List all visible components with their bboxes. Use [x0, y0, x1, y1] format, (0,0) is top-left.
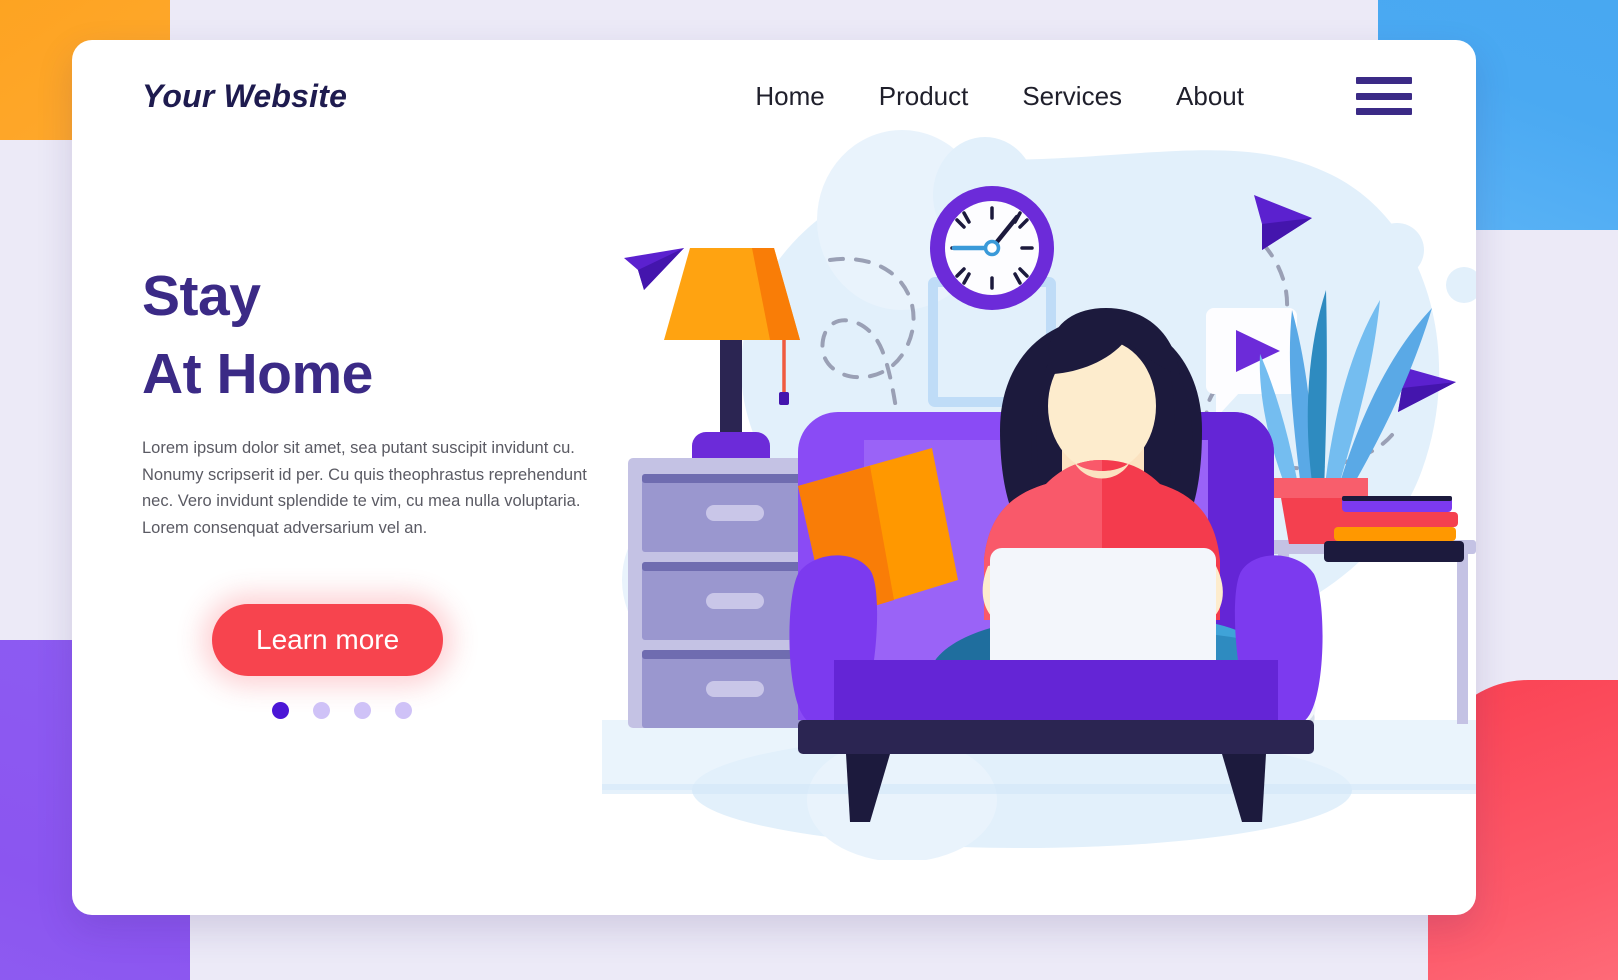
nav-link-about[interactable]: About — [1176, 81, 1244, 112]
nav-link-services[interactable]: Services — [1022, 81, 1122, 112]
hero-title-line-1: Stay — [142, 264, 261, 328]
nav-link-product[interactable]: Product — [879, 81, 969, 112]
carousel-dot-2[interactable] — [313, 701, 330, 719]
site-header: Your Website Home Product Services About — [72, 40, 1476, 152]
laptop — [990, 548, 1216, 670]
hamburger-icon[interactable] — [1356, 77, 1412, 115]
brand-logo[interactable]: Your Website — [142, 78, 347, 115]
hero-copy: Stay At Home Lorem ipsum dolor sit amet,… — [142, 258, 642, 719]
nav-link-home[interactable]: Home — [755, 81, 824, 112]
hamburger-bar-1 — [1356, 77, 1412, 84]
learn-more-button[interactable]: Learn more — [212, 603, 444, 676]
landing-page-card: Your Website Home Product Services About… — [72, 40, 1476, 915]
carousel-dot-1[interactable] — [272, 701, 289, 719]
book-stack — [1324, 496, 1464, 562]
armchair-base — [798, 720, 1314, 754]
plant-pot-rim — [1274, 478, 1368, 498]
carousel-dot-3[interactable] — [354, 701, 371, 719]
hero-illustration — [602, 100, 1476, 860]
hamburger-bar-3 — [1356, 108, 1412, 115]
hero-title-line-2: At Home — [142, 341, 373, 406]
wall-clock-icon — [930, 186, 1054, 310]
main-nav: Home Product Services About — [755, 77, 1412, 115]
carousel-dots — [272, 701, 642, 719]
hero-paragraph: Lorem ipsum dolor sit amet, sea putant s… — [142, 439, 587, 538]
hamburger-bar-2 — [1356, 92, 1412, 100]
carousel-dot-4[interactable] — [395, 701, 412, 719]
